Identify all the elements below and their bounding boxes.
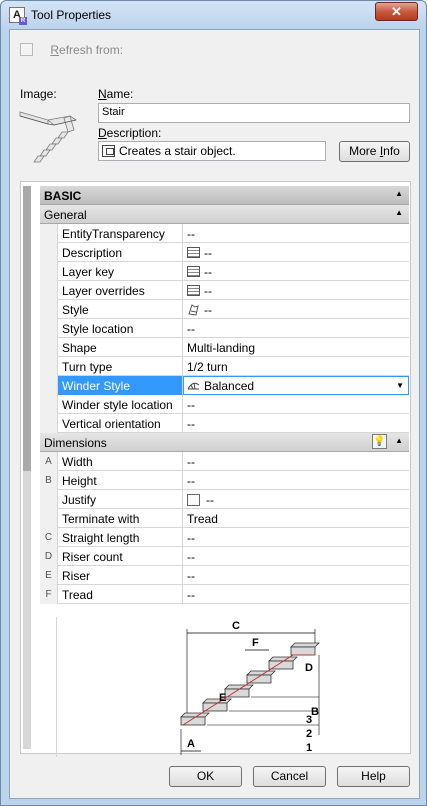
name-label: Name: <box>98 87 134 101</box>
category-general[interactable]: General ▲ <box>40 205 409 224</box>
style-icon[interactable] <box>187 303 200 316</box>
refresh-label: Refresh from: <box>50 42 124 57</box>
dim-label-d: D <box>305 662 313 674</box>
category-basic-label: BASIC <box>44 189 82 203</box>
general-rows: EntityTransparency -- Description -- Layer… <box>40 224 409 433</box>
table-icon[interactable] <box>187 285 200 296</box>
category-general-label: General <box>44 208 87 222</box>
dim-label-e: E <box>219 692 226 704</box>
collapse-basic-icon[interactable]: ▲ <box>395 189 403 198</box>
chevron-down-icon[interactable]: ▼ <box>396 381 404 390</box>
description-input[interactable]: Creates a stair object. <box>98 141 326 161</box>
lightbulb-icon[interactable]: 💡 <box>372 434 387 449</box>
table-row[interactable]: C Straight length -- <box>40 528 409 547</box>
category-basic[interactable]: BASIC ▲ <box>40 186 409 205</box>
property-grid: BASIC ▲ General ▲ EntityTransparency -- D… <box>20 181 411 757</box>
dim-label-b: B <box>311 706 319 718</box>
winder-icon <box>187 382 200 390</box>
table-row[interactable]: F Tread -- <box>40 585 409 604</box>
table-icon[interactable] <box>187 266 200 277</box>
riser-number-2: 2 <box>306 728 312 740</box>
window-title: Tool Properties <box>31 8 112 22</box>
category-dimensions[interactable]: Dimensions 💡 ▲ <box>40 433 409 452</box>
dimension-rows: A Width -- B Height -- Justify -- Terminate w… <box>40 452 409 604</box>
table-row[interactable]: A Width -- <box>40 452 409 471</box>
image-label: Image: <box>20 87 57 101</box>
table-row[interactable]: Justify -- <box>40 490 409 509</box>
ok-button[interactable]: OK <box>169 766 242 787</box>
table-row[interactable]: E Riser -- <box>40 566 409 585</box>
riser-number-1: 1 <box>306 742 312 754</box>
grid-scrollbar[interactable] <box>23 186 31 749</box>
description-value: Creates a stair object. <box>119 144 236 158</box>
table-row[interactable]: Style location -- <box>40 319 409 338</box>
close-button[interactable]: ✕ <box>375 2 418 21</box>
description-edit-icon[interactable] <box>102 145 115 157</box>
title-bar[interactable]: AR Tool Properties ✕ <box>1 1 426 29</box>
stair-dimension-diagram: C F D E B 3 2 1 A <box>56 617 409 757</box>
refresh-checkbox[interactable] <box>20 43 33 57</box>
collapse-dimensions-icon[interactable]: ▲ <box>395 436 403 445</box>
table-row[interactable]: Vertical orientation -- <box>40 414 409 433</box>
help-button[interactable]: Help <box>337 766 410 787</box>
dim-label-c: C <box>232 620 240 632</box>
table-row-selected[interactable]: Winder Style Balanced ▼ <box>40 376 409 395</box>
dim-label-a: A <box>187 738 195 750</box>
riser-number-3: 3 <box>306 714 312 726</box>
app-icon: AR <box>9 7 27 25</box>
table-row[interactable]: Layer key -- <box>40 262 409 281</box>
table-row[interactable]: Style -- <box>40 300 409 319</box>
tool-properties-window: AR Tool Properties ✕ Refresh from: Image… <box>0 0 427 806</box>
category-dimensions-label: Dimensions <box>44 436 107 450</box>
table-row[interactable]: Layer overrides -- <box>40 281 409 300</box>
stair-thumbnail-icon[interactable] <box>18 108 80 164</box>
cancel-button[interactable]: Cancel <box>253 766 326 787</box>
grid-scrollbar-thumb[interactable] <box>23 186 31 471</box>
table-icon[interactable] <box>187 247 200 258</box>
table-row[interactable]: Winder style location -- <box>40 395 409 414</box>
dim-label-f: F <box>252 637 259 649</box>
table-row[interactable]: Shape Multi-landing <box>40 338 409 357</box>
table-row[interactable]: D Riser count -- <box>40 547 409 566</box>
collapse-general-icon[interactable]: ▲ <box>395 208 403 217</box>
table-row[interactable]: Description -- <box>40 243 409 262</box>
description-label: Description: <box>98 126 162 140</box>
justify-swatch-icon[interactable] <box>187 494 200 506</box>
winder-style-dropdown[interactable]: Balanced ▼ <box>183 376 409 395</box>
table-row[interactable]: Terminate with Tread <box>40 509 409 528</box>
stair-diagram-svg: C F D E B 3 2 1 A <box>180 620 320 755</box>
refresh-row: Refresh from: <box>20 42 123 58</box>
more-info-button[interactable]: More Info <box>339 141 410 162</box>
table-row[interactable]: B Height -- <box>40 471 409 490</box>
table-row[interactable]: EntityTransparency -- <box>40 224 409 243</box>
dialog-client: Refresh from: Image: Name: Stair Descrip… <box>9 29 420 799</box>
name-input[interactable]: Stair <box>98 103 410 123</box>
table-row[interactable]: Turn type 1/2 turn <box>40 357 409 376</box>
